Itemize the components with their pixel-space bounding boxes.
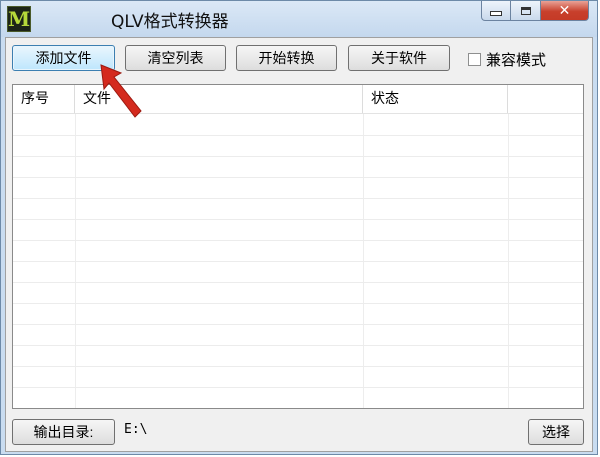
title-bar[interactable]: M QLV格式转换器 ✕ (1, 1, 597, 37)
empty-table-row (13, 198, 583, 220)
empty-table-row (13, 366, 583, 388)
compat-mode-label: 兼容模式 (486, 50, 547, 69)
clear-list-button[interactable]: 清空列表 (125, 45, 226, 71)
empty-table-row (13, 387, 583, 408)
compat-mode-checkbox[interactable] (468, 52, 481, 66)
maximize-icon (520, 6, 531, 15)
select-button[interactable]: 选择 (528, 419, 584, 445)
empty-table-row (13, 114, 583, 136)
empty-table-row (13, 156, 583, 178)
empty-table-row (13, 261, 583, 283)
table-header: 序号 文件 状态 (13, 85, 583, 114)
window-controls: ✕ (481, 1, 589, 23)
maximize-button[interactable] (511, 1, 541, 21)
empty-table-row (13, 177, 583, 199)
file-list-table[interactable]: 序号 文件 状态 (12, 84, 584, 409)
empty-table-row (13, 282, 583, 304)
column-header-status[interactable]: 状态 (363, 85, 508, 113)
empty-table-row (13, 303, 583, 325)
toolbar: 添加文件 清空列表 开始转换 关于软件 兼容模式 (12, 45, 572, 73)
footer: 输出目录: E:\ 选择 (12, 419, 586, 447)
empty-table-row (13, 135, 583, 157)
empty-table-row (13, 324, 583, 346)
start-convert-button[interactable]: 开始转换 (236, 45, 337, 71)
column-header-file[interactable]: 文件 (75, 85, 363, 113)
app-window: M QLV格式转换器 ✕ 添加文件 清空列表 开始转换 关于软件 兼容模式 序号… (0, 0, 598, 455)
empty-table-row (13, 345, 583, 367)
output-path: E:\ (124, 422, 148, 437)
table-body (13, 114, 583, 408)
window-title: QLV格式转换器 (111, 12, 229, 32)
minimize-button[interactable] (481, 1, 511, 21)
column-header-extra[interactable] (508, 85, 583, 113)
minimize-icon (490, 11, 502, 16)
app-logo-icon: M (7, 6, 31, 32)
column-header-index[interactable]: 序号 (13, 85, 75, 113)
about-button[interactable]: 关于软件 (348, 45, 450, 71)
empty-table-row (13, 219, 583, 241)
empty-table-row (13, 240, 583, 262)
main-panel: 添加文件 清空列表 开始转换 关于软件 兼容模式 序号 文件 状态 输出目录: … (5, 37, 593, 452)
close-icon: ✕ (558, 2, 571, 19)
output-directory-button[interactable]: 输出目录: (12, 419, 115, 445)
close-button[interactable]: ✕ (541, 1, 589, 21)
add-file-button[interactable]: 添加文件 (12, 45, 115, 71)
compat-mode-option[interactable]: 兼容模式 (468, 49, 546, 69)
